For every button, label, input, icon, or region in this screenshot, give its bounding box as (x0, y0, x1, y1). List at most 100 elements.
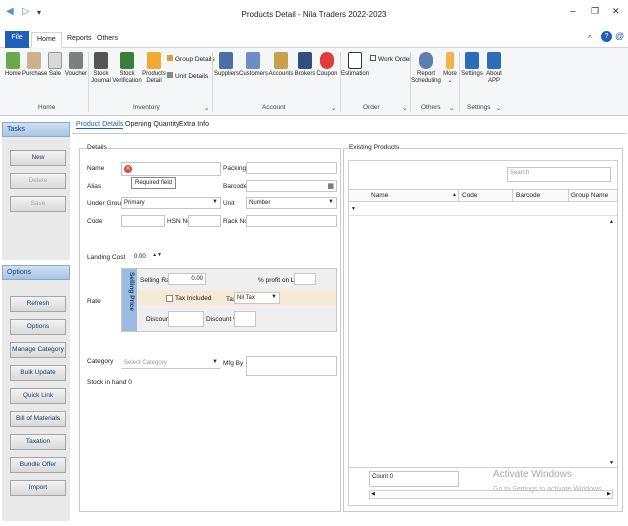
manage-category-button[interactable]: Manage Category (10, 342, 66, 358)
mfg-by-input[interactable] (246, 356, 337, 376)
col-group-name[interactable]: Group Name (571, 192, 608, 199)
activate-windows-subtitle: Go to Settings to activate Windows. (493, 486, 604, 493)
selling-price-caption: Selling Price (128, 272, 135, 312)
barcode-icon[interactable]: ▦ (327, 182, 334, 190)
col-code[interactable]: Code (462, 192, 478, 199)
help-icon[interactable]: ? (601, 31, 612, 42)
tasks-panel: Tasks New Delete Save (2, 122, 70, 260)
minimize-button[interactable]: – (570, 6, 576, 17)
scroll-down-icon[interactable]: ▼ (609, 460, 614, 466)
more-button[interactable]: More ⌄ (441, 52, 459, 85)
unit-details-button[interactable]: Unit Details (167, 72, 208, 80)
coupon-button[interactable]: Coupon (316, 52, 338, 78)
brokers-button[interactable]: Brokers (294, 52, 316, 78)
count-footer: Count 0 (369, 471, 459, 487)
col-divider (512, 189, 513, 202)
close-button[interactable]: ✕ (612, 6, 620, 17)
under-group-dropdown-icon[interactable]: ▼ (212, 199, 218, 205)
accounts-button[interactable]: Accounts (268, 52, 294, 78)
col-barcode[interactable]: Barcode (516, 192, 540, 199)
filter-row[interactable] (349, 202, 617, 216)
search-input[interactable]: Search (507, 167, 611, 182)
options-button[interactable]: Options (10, 319, 66, 335)
packing-input[interactable] (246, 162, 337, 174)
order-expander-icon[interactable]: ⌄ (402, 104, 407, 112)
landing-cost-input[interactable]: 0.00 ▲▼ (131, 251, 165, 263)
suppliers-button[interactable]: Suppliers (214, 52, 239, 78)
stock-journal-icon (94, 52, 108, 69)
account-expander-icon[interactable]: ⌄ (331, 104, 336, 112)
estimation-button[interactable]: Estimation (341, 52, 369, 78)
import-button[interactable]: Import (10, 480, 66, 496)
tab-file[interactable]: File (5, 31, 29, 48)
home-button[interactable]: Home (4, 52, 22, 78)
category-select[interactable]: Select Category ▼ (121, 357, 221, 369)
filter-row-icon: ▼ (351, 206, 356, 212)
tab-opening-quantity[interactable]: Opening Quantity (125, 121, 179, 128)
save-button[interactable]: Save (10, 196, 66, 212)
tab-home[interactable]: Home (31, 32, 62, 48)
scroll-right-icon[interactable]: ▶ (607, 491, 611, 497)
report-scheduling-button[interactable]: Report Scheduling (411, 52, 441, 85)
landing-cost-spinner-icon[interactable]: ▲▼ (152, 252, 162, 258)
inventory-expander-icon[interactable]: ⌄ (204, 104, 209, 112)
sort-asc-icon[interactable]: ▲ (452, 192, 457, 198)
tax-select[interactable]: Nil Tax ▼ (234, 292, 280, 304)
code-input[interactable] (121, 215, 165, 227)
account-icon[interactable]: @ (615, 31, 624, 41)
stock-verification-button[interactable]: Stock Verification (112, 52, 142, 85)
discount-pct-input[interactable] (234, 311, 256, 327)
unit-select[interactable]: Number ▼ (246, 197, 337, 209)
discount-input[interactable] (168, 311, 204, 327)
name-input[interactable]: ✕ (121, 162, 221, 176)
sale-button[interactable]: Sale (47, 52, 63, 78)
tax-dropdown-icon[interactable]: ▼ (271, 294, 277, 300)
hsn-input[interactable] (188, 215, 221, 227)
under-group-select[interactable]: Primary ▼ (121, 197, 221, 209)
scroll-left-icon[interactable]: ◀ (371, 491, 375, 497)
scroll-up-icon[interactable]: ▲ (609, 219, 614, 225)
group-label-home: Home (38, 104, 56, 111)
category-dropdown-icon[interactable]: ▼ (212, 359, 218, 365)
delete-button[interactable]: Delete (10, 173, 66, 189)
tab-product-details[interactable]: Product Details (76, 121, 124, 129)
tax-included-checkbox-box[interactable] (166, 295, 173, 302)
title-bar: ◀ ▷ ▾ Products Detail - Nila Traders 202… (0, 0, 628, 28)
bill-of-materials-button[interactable]: Bill of Materials (10, 411, 66, 427)
profit-input[interactable] (294, 273, 316, 285)
group-label-account: Account (262, 104, 286, 111)
rack-input[interactable] (246, 215, 337, 227)
settings-button[interactable]: Settings (461, 52, 483, 78)
tab-others[interactable]: Others (92, 32, 123, 48)
category-label: Category (87, 358, 114, 365)
selling-rate-input[interactable]: 0.00 (168, 273, 206, 285)
unit-dropdown-icon[interactable]: ▼ (328, 199, 334, 205)
settings-expander-icon[interactable]: ⌄ (496, 104, 501, 112)
new-button[interactable]: New (10, 150, 66, 166)
bundle-offer-button[interactable]: Bundle Offer (10, 457, 66, 473)
work-order-button[interactable]: Work Order (370, 55, 411, 63)
collapse-ribbon-icon[interactable]: ^ (588, 34, 592, 43)
refresh-button[interactable]: Refresh (10, 296, 66, 312)
voucher-button[interactable]: Voucher (64, 52, 88, 78)
quick-link-button[interactable]: Quick Link (10, 388, 66, 404)
purchase-button[interactable]: Purchase (22, 52, 47, 78)
tasks-panel-header: Tasks (2, 122, 70, 137)
products-detail-button[interactable]: Products Detail (142, 52, 166, 85)
barcode-input[interactable]: ▦ (246, 180, 337, 192)
col-name[interactable]: Name (371, 192, 388, 199)
rack-label: Rack No (223, 218, 248, 225)
ribbon-separator (88, 52, 89, 112)
group-details-button[interactable]: Group Details (167, 55, 215, 63)
restore-button[interactable]: ❐ (591, 6, 599, 17)
others-expander-icon[interactable]: ⌄ (449, 104, 454, 112)
bulk-update-button[interactable]: Bulk Update (10, 365, 66, 381)
stock-journal-button[interactable]: Stock Journal (90, 52, 112, 85)
customers-button[interactable]: Customers (239, 52, 268, 78)
tab-extra-info[interactable]: Extra Info (179, 121, 209, 128)
required-tooltip: Required field (131, 177, 177, 189)
taxation-button[interactable]: Taxation (10, 434, 66, 450)
about-app-button[interactable]: About APP (483, 52, 505, 85)
tax-included-checkbox[interactable]: Tax Included (166, 295, 212, 302)
estimation-icon (348, 52, 362, 69)
